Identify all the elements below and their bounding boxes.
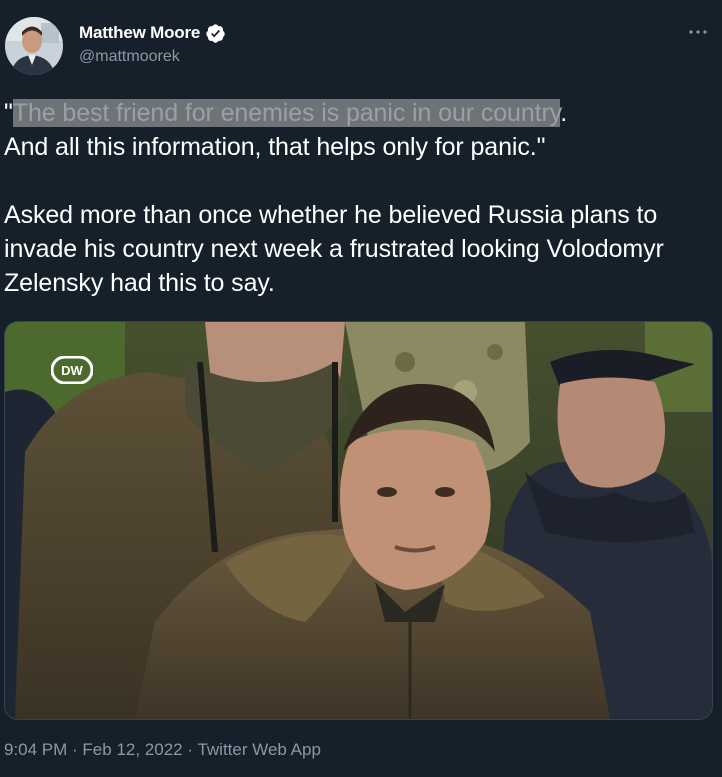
avatar-image (5, 17, 63, 75)
author-name-row[interactable]: Matthew Moore (79, 22, 226, 44)
dw-watermark-text: DW (61, 363, 83, 378)
video-frame (5, 322, 712, 719)
tweet-time[interactable]: 9:04 PM (4, 740, 67, 759)
meta-separator-1: · (67, 740, 83, 759)
line1-rest: . (560, 99, 568, 127)
tweet-paragraph-1: "The best friend for enemies is panic in… (4, 96, 704, 164)
highlighted-text: The best friend for enemies is panic in … (12, 99, 561, 127)
tweet-source[interactable]: Twitter Web App (197, 740, 320, 759)
author-handle[interactable]: @mattmoorek (79, 48, 180, 66)
tweet-date[interactable]: Feb 12, 2022 (82, 740, 182, 759)
author-name[interactable]: Matthew Moore (79, 23, 200, 43)
dw-logo-icon: DW (51, 356, 93, 384)
verified-badge-icon (206, 23, 225, 43)
tweet-paragraph-2: Asked more than once whether he believed… (4, 201, 664, 297)
tweet-meta: 9:04 PM · Feb 12, 2022 · Twitter Web App (4, 740, 321, 760)
avatar[interactable] (5, 17, 63, 75)
more-horizontal-icon (689, 30, 707, 34)
more-options-button[interactable] (686, 22, 710, 42)
line2: And all this information, that helps onl… (4, 133, 546, 161)
tweet-card: Matthew Moore @mattmoorek "The best frie… (0, 0, 722, 777)
video-media[interactable]: DW (4, 321, 713, 720)
tweet-text: "The best friend for enemies is panic in… (4, 96, 704, 300)
quote-open: " (4, 99, 13, 127)
meta-separator-2: · (182, 740, 198, 759)
